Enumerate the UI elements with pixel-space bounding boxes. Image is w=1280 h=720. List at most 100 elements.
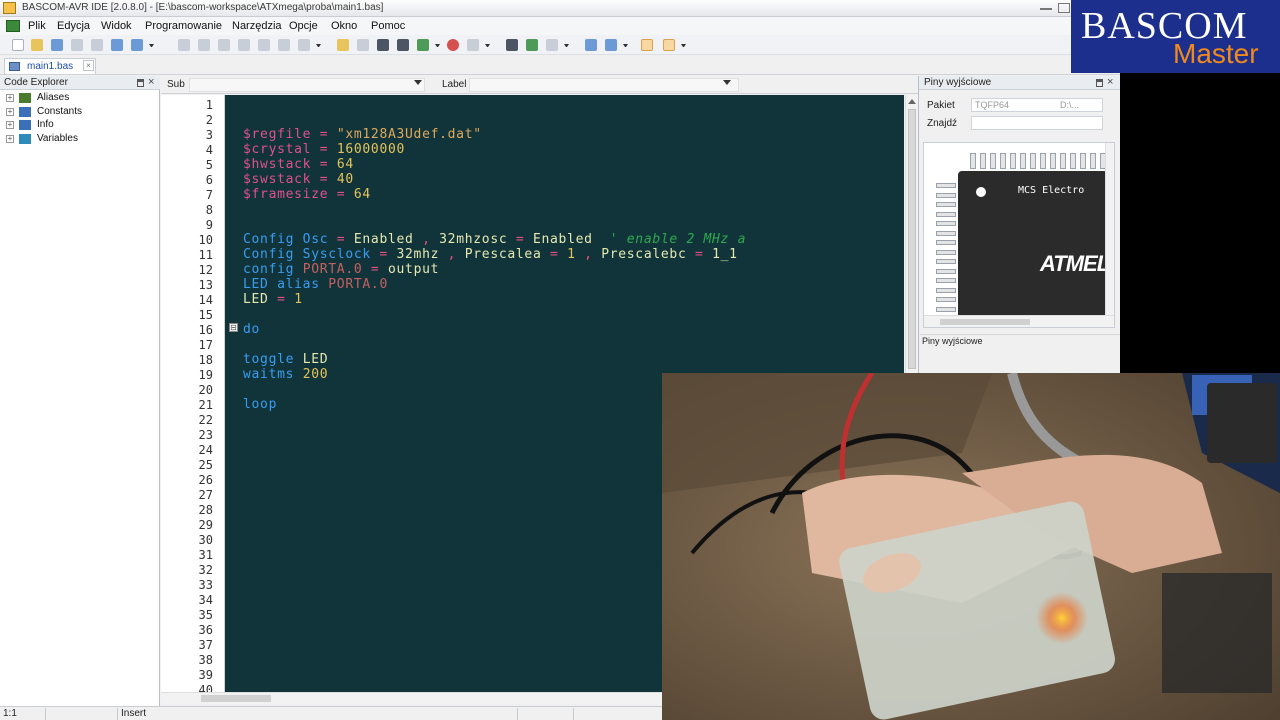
package-select[interactable]: TQFP64 D:\... [971, 98, 1103, 112]
copy-icon[interactable] [198, 39, 210, 51]
menu-pomoc[interactable]: Pomoc [371, 20, 405, 32]
pin-icon[interactable] [1096, 79, 1103, 87]
chip-icon[interactable] [417, 39, 429, 51]
chip-pin[interactable] [1010, 153, 1016, 169]
help-icon[interactable] [605, 39, 617, 51]
chip-pin[interactable] [936, 202, 956, 207]
board-icon[interactable] [526, 39, 538, 51]
menu-opcje[interactable]: Opcje [289, 20, 318, 32]
outdent-icon[interactable] [258, 39, 270, 51]
expand-icon[interactable]: + [6, 94, 14, 102]
simulator-icon[interactable] [506, 39, 518, 51]
chevron-down-icon[interactable] [723, 80, 731, 85]
find-replace-icon[interactable] [298, 39, 310, 51]
chip-pin[interactable] [980, 153, 986, 169]
program-chip-icon[interactable] [397, 39, 409, 51]
chip-pin[interactable] [936, 183, 956, 188]
chevron-down-icon[interactable] [435, 44, 440, 47]
chevron-down-icon[interactable] [564, 44, 569, 47]
chip-pin[interactable] [970, 153, 976, 169]
chip-pin[interactable] [936, 249, 956, 255]
pin-icon[interactable] [137, 79, 144, 87]
chevron-down-icon[interactable] [149, 44, 154, 47]
chip-pin[interactable] [936, 268, 956, 274]
fold-icon[interactable]: ⊟ [229, 323, 238, 332]
stop-icon[interactable] [447, 39, 459, 51]
tree-item-info[interactable]: + Info [6, 119, 156, 132]
paste-icon[interactable] [218, 39, 230, 51]
chip-pin[interactable] [1050, 153, 1056, 169]
upload-icon[interactable] [131, 39, 143, 51]
scroll-up-icon[interactable] [908, 99, 916, 104]
tree-item-aliases[interactable]: + Aliases [6, 92, 156, 105]
tab-main1-bas[interactable]: main1.bas × [4, 58, 96, 74]
chip-pin[interactable] [1000, 153, 1006, 169]
syntax-check-icon[interactable] [357, 39, 369, 51]
chevron-down-icon[interactable] [681, 44, 686, 47]
chip-pin[interactable] [1090, 153, 1096, 169]
pins-footer-tab[interactable]: Piny wyjściowe [920, 334, 1120, 348]
close-icon[interactable]: × [1107, 76, 1113, 89]
menu-edycja[interactable]: Edycja [57, 20, 90, 32]
tree-item-constants[interactable]: + Constants [6, 106, 156, 119]
chip-horizontal-scrollbar[interactable] [924, 315, 1114, 327]
chevron-down-icon[interactable] [414, 80, 422, 85]
chevron-down-icon[interactable] [623, 44, 628, 47]
print-icon[interactable] [91, 39, 103, 51]
search-icon[interactable] [278, 39, 290, 51]
maximize-button[interactable] [1058, 3, 1070, 13]
new-file-icon[interactable] [12, 39, 24, 51]
label-select[interactable] [469, 78, 739, 92]
save-icon[interactable] [51, 39, 63, 51]
close-icon[interactable]: × [148, 76, 154, 89]
chip-pin[interactable] [936, 297, 956, 302]
chip-pin[interactable] [936, 192, 956, 198]
menu-okno[interactable]: Okno [331, 20, 357, 32]
menu-narzedzia[interactable]: Narzędzia [232, 20, 282, 32]
chip-pin[interactable] [936, 240, 956, 245]
chip-pin[interactable] [936, 230, 956, 236]
chip-pin[interactable] [1030, 153, 1036, 169]
chip-pin[interactable] [936, 278, 956, 283]
chip-pin[interactable] [990, 153, 996, 169]
minimize-button[interactable] [1040, 3, 1052, 10]
expand-icon[interactable]: + [6, 121, 14, 129]
chevron-down-icon[interactable] [485, 44, 490, 47]
chip-pin[interactable] [936, 221, 956, 226]
scroll-thumb[interactable] [940, 319, 1030, 325]
export-icon[interactable] [111, 39, 123, 51]
pdf-icon[interactable] [663, 39, 675, 51]
compile-icon[interactable] [377, 39, 389, 51]
close-icon[interactable]: × [83, 60, 94, 71]
find-input[interactable] [971, 116, 1103, 130]
chip-pin[interactable] [936, 287, 956, 293]
run-icon[interactable] [585, 39, 597, 51]
chip-vertical-scrollbar[interactable] [1105, 143, 1114, 315]
scroll-thumb[interactable] [201, 695, 271, 702]
chip-pin[interactable] [1070, 153, 1076, 169]
scroll-thumb[interactable] [908, 109, 916, 369]
expand-icon[interactable]: + [6, 108, 14, 116]
save-all-icon[interactable] [71, 39, 83, 51]
chip-pin[interactable] [936, 306, 956, 312]
chevron-down-icon[interactable] [316, 44, 321, 47]
indent-icon[interactable] [238, 39, 250, 51]
chip-pinout-view[interactable]: MCS Electro ATMEL [923, 142, 1115, 328]
pin-view-icon[interactable] [641, 39, 653, 51]
bookmark-icon[interactable] [337, 39, 349, 51]
chip-pin[interactable] [1060, 153, 1066, 169]
chip-pin[interactable] [1040, 153, 1046, 169]
tree-item-variables[interactable]: + Variables [6, 133, 156, 146]
chip-pin[interactable] [1080, 153, 1086, 169]
lcd-designer-icon[interactable] [546, 39, 558, 51]
menu-widok[interactable]: Widok [101, 20, 132, 32]
chip-pin[interactable] [936, 259, 956, 264]
chip-pin[interactable] [1020, 153, 1026, 169]
menu-plik[interactable]: Plik [28, 20, 46, 32]
document-icon[interactable] [6, 20, 20, 32]
menu-programowanie[interactable]: Programowanie [145, 20, 222, 32]
expand-icon[interactable]: + [6, 135, 14, 143]
sub-select[interactable] [189, 78, 425, 92]
open-folder-icon[interactable] [31, 39, 43, 51]
terminal-icon[interactable] [467, 39, 479, 51]
